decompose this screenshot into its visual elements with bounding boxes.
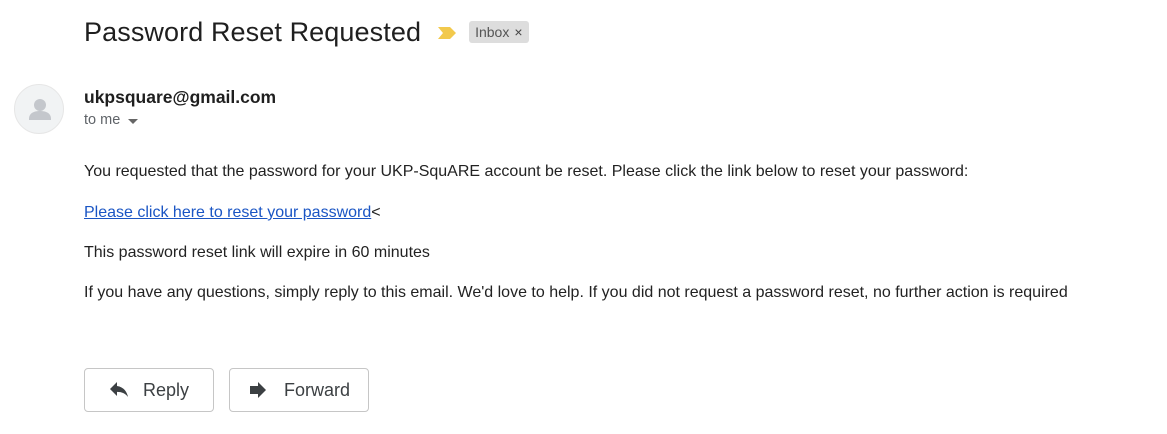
label-chip-text: Inbox bbox=[475, 24, 510, 40]
importance-marker-icon[interactable] bbox=[437, 26, 457, 40]
person-icon bbox=[29, 99, 51, 120]
reply-label: Reply bbox=[143, 379, 190, 400]
body-paragraph-expiry: This password reset link will expire in … bbox=[84, 244, 430, 261]
subject-row: Password Reset Requested Inbox × bbox=[84, 14, 529, 50]
reset-password-link[interactable]: Please click here to reset your password bbox=[84, 204, 371, 221]
reply-button[interactable]: Reply bbox=[84, 368, 214, 412]
link-suffix: < bbox=[371, 204, 381, 221]
remove-label-icon[interactable]: × bbox=[514, 23, 522, 41]
show-details-dropdown-icon[interactable] bbox=[128, 118, 139, 124]
body-paragraph-link: Please click here to reset your password… bbox=[84, 204, 381, 222]
reply-icon bbox=[107, 378, 131, 402]
sender-address: ukpsquare@gmail.com bbox=[84, 87, 277, 107]
recipient-row[interactable]: to me bbox=[84, 112, 139, 128]
email-subject: Password Reset Requested bbox=[84, 16, 422, 47]
recipient-text: to me bbox=[84, 112, 121, 128]
body-paragraph-help: If you have any questions, simply reply … bbox=[84, 284, 1068, 301]
sender-avatar bbox=[14, 84, 64, 134]
forward-label: Forward bbox=[284, 379, 351, 400]
label-chip-inbox: Inbox × bbox=[469, 21, 529, 43]
forward-icon bbox=[246, 378, 270, 402]
forward-button[interactable]: Forward bbox=[229, 368, 369, 412]
body-paragraph-intro: You requested that the password for your… bbox=[84, 163, 969, 180]
